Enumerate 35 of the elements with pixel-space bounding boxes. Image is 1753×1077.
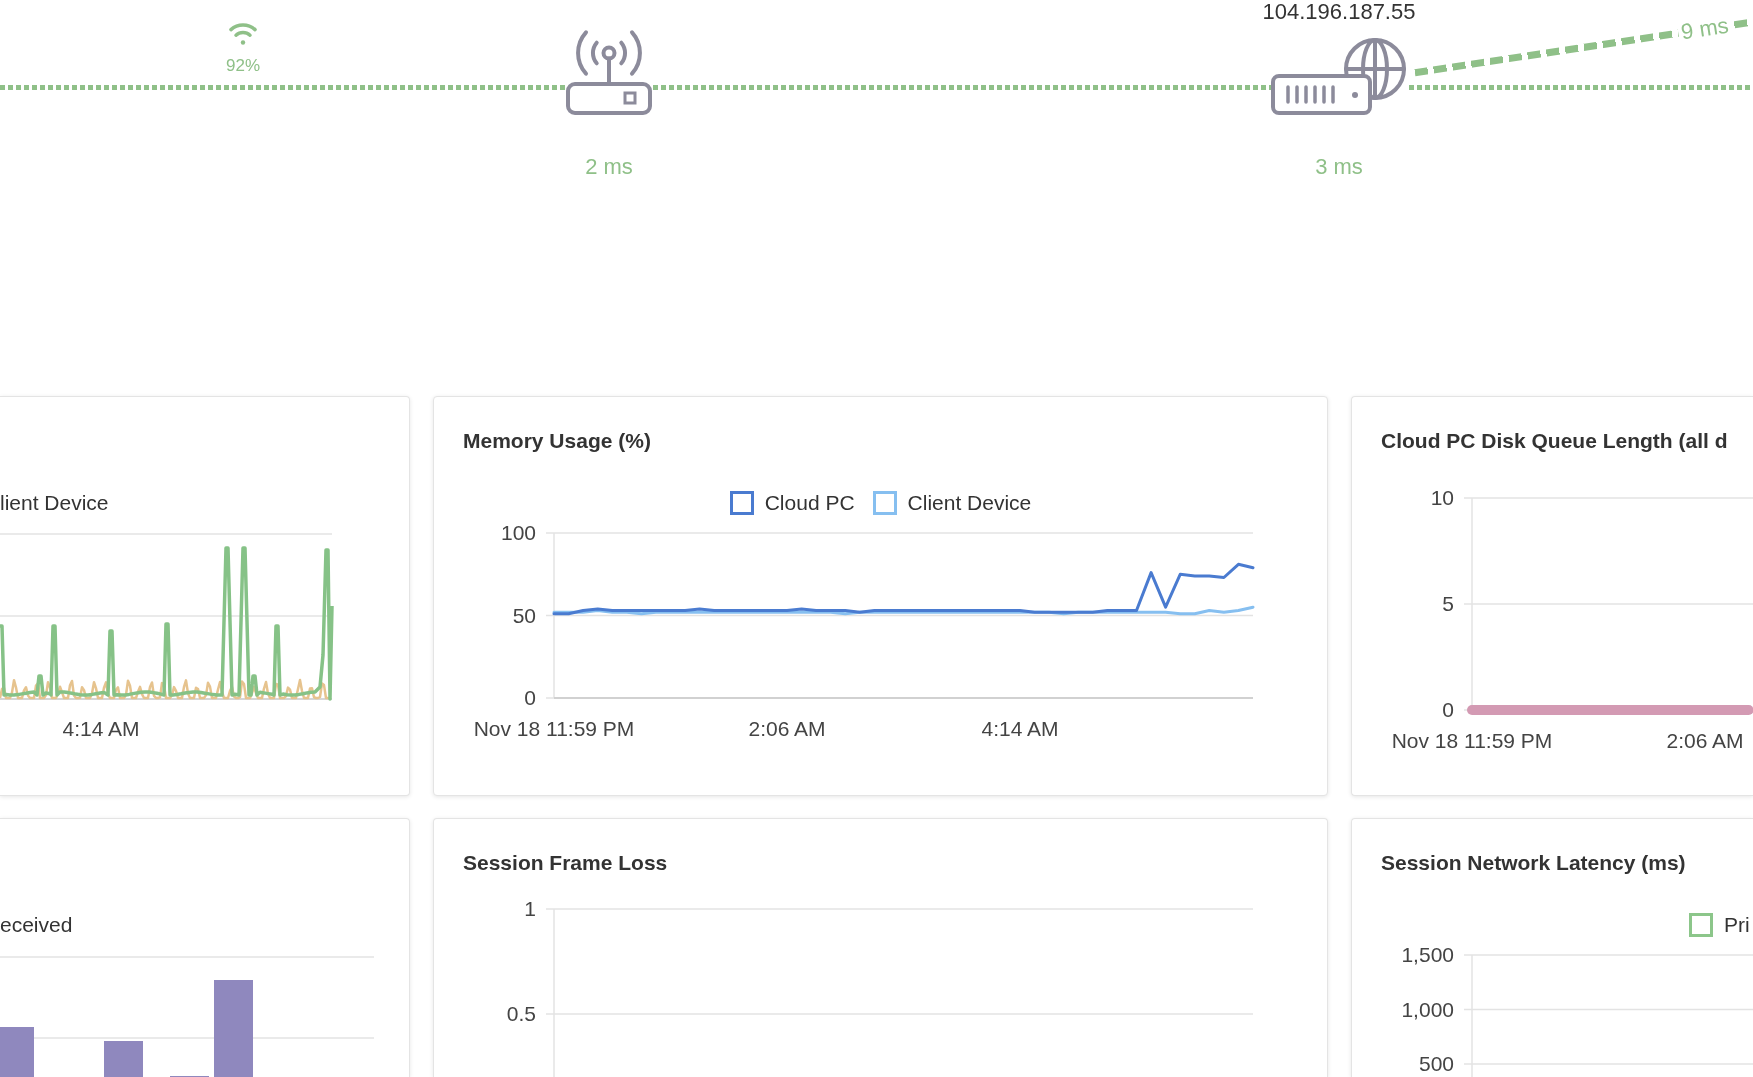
x-axis-label: Nov 18 11:59 PM (1391, 729, 1553, 752)
chart-title: Cloud PC Disk Queue Length (all d (1381, 429, 1728, 452)
legend-label: lient Device (0, 491, 109, 514)
legend-label: Client Device (907, 491, 1032, 515)
y-axis-label: 0 (1442, 698, 1454, 721)
chart-title: Session Frame Loss (463, 851, 668, 874)
latency-label: 3 ms (1315, 154, 1363, 179)
x-axis-label: 2:06 AM (748, 717, 826, 740)
y-axis-label: 50 (512, 603, 536, 627)
chart-title: Memory Usage (%) (463, 429, 651, 452)
y-axis-label: 1 (524, 897, 536, 920)
chart-bar (104, 1041, 143, 1077)
chart-title: Session Network Latency (ms) (1381, 851, 1686, 874)
x-axis-label: 4:14 AM (62, 717, 140, 740)
x-axis-label: 2:06 AM (1666, 729, 1744, 752)
ip-address-label: 104.196.187.55 (1262, 0, 1416, 24)
y-axis-label: 500 (1418, 1052, 1454, 1075)
y-axis-label: 100 (500, 521, 536, 544)
y-axis-label: 1,000 (1401, 997, 1454, 1021)
y-axis-label: 5 (1442, 592, 1454, 615)
legend-label: eceived (0, 913, 73, 936)
y-axis-label: 0.5 (506, 1002, 536, 1025)
legend-label: Pri (1724, 913, 1750, 937)
y-axis-label: 0 (524, 686, 536, 709)
x-axis-label: 4:14 AM (981, 717, 1059, 740)
signal-label: 92% (226, 56, 260, 75)
router-icon (566, 27, 652, 115)
x-axis-label: Nov 18 11:59 PM (473, 717, 635, 740)
y-axis-label: 10 (1430, 486, 1454, 509)
wifi-icon (227, 20, 259, 46)
y-axis-label: 1,500 (1401, 943, 1454, 966)
latency-label: 2 ms (585, 154, 633, 179)
server-globe-icon (1271, 37, 1407, 115)
chart-bar (0, 1027, 34, 1077)
legend-label: Cloud PC (764, 491, 855, 515)
